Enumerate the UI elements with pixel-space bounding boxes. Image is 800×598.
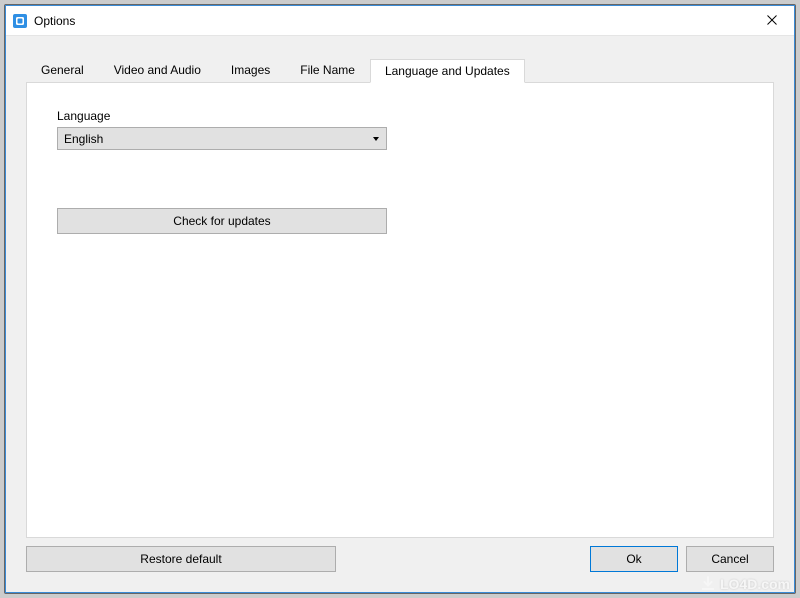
restore-default-button[interactable]: Restore default bbox=[26, 546, 336, 572]
close-button[interactable] bbox=[749, 6, 794, 36]
tab-video-audio[interactable]: Video and Audio bbox=[99, 58, 216, 82]
tab-label: Language and Updates bbox=[385, 64, 510, 78]
language-value: English bbox=[64, 132, 372, 146]
tab-images[interactable]: Images bbox=[216, 58, 285, 82]
tab-bar: General Video and Audio Images File Name… bbox=[26, 58, 774, 82]
window-title: Options bbox=[34, 14, 749, 28]
tab-file-name[interactable]: File Name bbox=[285, 58, 370, 82]
titlebar: Options bbox=[6, 6, 794, 36]
tab-language-updates[interactable]: Language and Updates bbox=[370, 59, 525, 83]
close-icon bbox=[767, 14, 777, 28]
cancel-label: Cancel bbox=[711, 552, 748, 566]
options-window: Options General Video and Audio bbox=[5, 5, 795, 593]
chevron-down-icon bbox=[372, 137, 380, 141]
cancel-button[interactable]: Cancel bbox=[686, 546, 774, 572]
tab-label: File Name bbox=[300, 63, 355, 77]
footer: Restore default Ok Cancel bbox=[26, 538, 774, 580]
restore-label: Restore default bbox=[140, 552, 221, 566]
app-icon bbox=[12, 13, 28, 29]
language-select[interactable]: English bbox=[57, 127, 387, 150]
check-updates-label: Check for updates bbox=[173, 214, 270, 228]
body-area: General Video and Audio Images File Name… bbox=[6, 36, 794, 592]
tab-panel: Language English Check for updates bbox=[26, 82, 774, 538]
check-updates-button[interactable]: Check for updates bbox=[57, 208, 387, 234]
tab-label: Video and Audio bbox=[114, 63, 201, 77]
ok-button[interactable]: Ok bbox=[590, 546, 678, 572]
tab-label: Images bbox=[231, 63, 270, 77]
tab-general[interactable]: General bbox=[26, 58, 99, 82]
tab-label: General bbox=[41, 63, 84, 77]
language-label: Language bbox=[57, 109, 743, 123]
ok-label: Ok bbox=[626, 552, 641, 566]
